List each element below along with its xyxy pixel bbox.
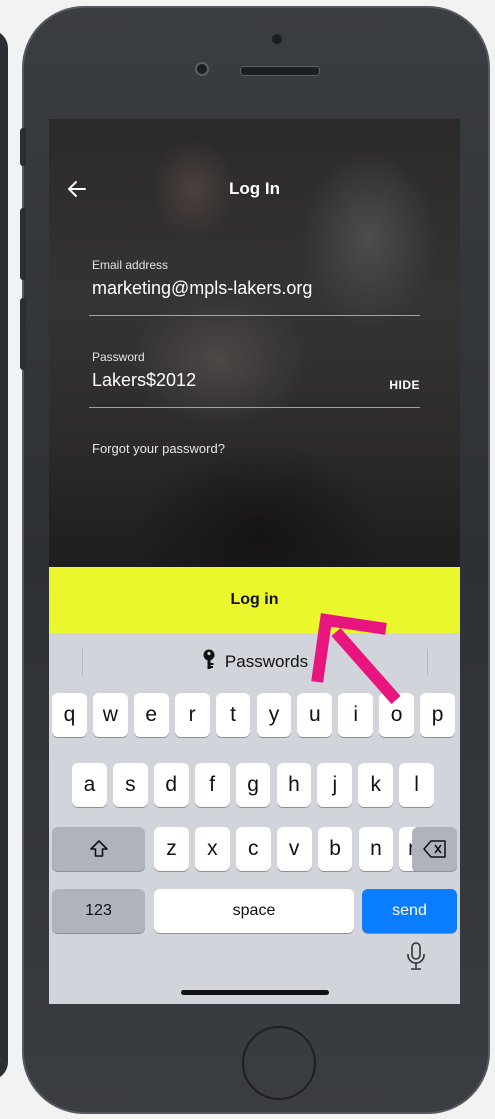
key-h[interactable]: h bbox=[276, 763, 312, 807]
password-underline bbox=[89, 407, 420, 408]
email-value[interactable]: marketing@mpls-lakers.org bbox=[92, 278, 420, 299]
key-p[interactable]: p bbox=[420, 693, 455, 737]
key-o[interactable]: o bbox=[379, 693, 415, 737]
front-camera bbox=[195, 62, 209, 76]
key-n[interactable]: n bbox=[358, 827, 394, 871]
volume-up-button bbox=[20, 208, 26, 280]
password-label: Password bbox=[92, 350, 145, 364]
adjacent-device-edge bbox=[0, 30, 8, 1080]
key-f[interactable]: f bbox=[194, 763, 230, 807]
key-q[interactable]: q bbox=[52, 693, 87, 737]
key-w[interactable]: w bbox=[92, 693, 128, 737]
email-field[interactable]: Email address marketing@mpls-lakers.org bbox=[89, 258, 420, 318]
proximity-sensor bbox=[272, 34, 282, 44]
key-y[interactable]: y bbox=[256, 693, 292, 737]
password-value[interactable]: Lakers$2012 bbox=[92, 370, 420, 391]
phone-screen: Log In Email address marketing@mpls-lake… bbox=[49, 119, 460, 1004]
numbers-key[interactable]: 123 bbox=[52, 889, 145, 933]
key-t[interactable]: t bbox=[215, 693, 251, 737]
hide-password-button[interactable]: HIDE bbox=[389, 378, 420, 392]
volume-down-button bbox=[20, 298, 26, 370]
key-z[interactable]: z bbox=[154, 827, 189, 871]
passwords-suggestion[interactable]: Passwords bbox=[49, 649, 460, 672]
key-c[interactable]: c bbox=[235, 827, 271, 871]
key-e[interactable]: e bbox=[133, 693, 169, 737]
password-field[interactable]: Password Lakers$2012 HIDE bbox=[89, 350, 420, 410]
key-x[interactable]: x bbox=[194, 827, 230, 871]
space-key[interactable]: space bbox=[154, 889, 354, 933]
key-l[interactable]: l bbox=[399, 763, 435, 807]
login-button[interactable]: Log in bbox=[49, 567, 460, 633]
key-k[interactable]: k bbox=[358, 763, 394, 807]
home-button[interactable] bbox=[242, 1026, 316, 1100]
mute-switch bbox=[20, 128, 26, 166]
shift-key[interactable] bbox=[52, 827, 145, 871]
email-underline bbox=[89, 315, 420, 316]
key-icon bbox=[203, 649, 215, 669]
key-i[interactable]: i bbox=[338, 693, 374, 737]
home-indicator bbox=[181, 990, 329, 995]
keyboard: Passwords qwertyuiop asdfghjkl zxcvbnm 1… bbox=[49, 633, 460, 1004]
microphone-icon[interactable] bbox=[405, 941, 427, 973]
key-g[interactable]: g bbox=[235, 763, 271, 807]
passwords-label: Passwords bbox=[224, 652, 309, 671]
send-key[interactable]: send bbox=[362, 889, 457, 933]
key-b[interactable]: b bbox=[317, 827, 353, 871]
shift-icon bbox=[89, 840, 108, 857]
key-a[interactable]: a bbox=[72, 763, 107, 807]
backspace-icon bbox=[422, 840, 446, 858]
email-label: Email address bbox=[92, 258, 169, 272]
earpiece-speaker bbox=[240, 66, 320, 76]
key-s[interactable]: s bbox=[112, 763, 148, 807]
page-title: Log In bbox=[229, 179, 280, 198]
suggestion-bar: Passwords bbox=[49, 633, 460, 689]
nav-bar: Log In bbox=[49, 171, 460, 207]
key-u[interactable]: u bbox=[297, 693, 333, 737]
key-d[interactable]: d bbox=[153, 763, 189, 807]
forgot-password-link[interactable]: Forgot your password? bbox=[92, 441, 225, 456]
key-v[interactable]: v bbox=[276, 827, 312, 871]
key-r[interactable]: r bbox=[174, 693, 210, 737]
key-j[interactable]: j bbox=[317, 763, 353, 807]
backspace-key[interactable] bbox=[412, 827, 457, 871]
